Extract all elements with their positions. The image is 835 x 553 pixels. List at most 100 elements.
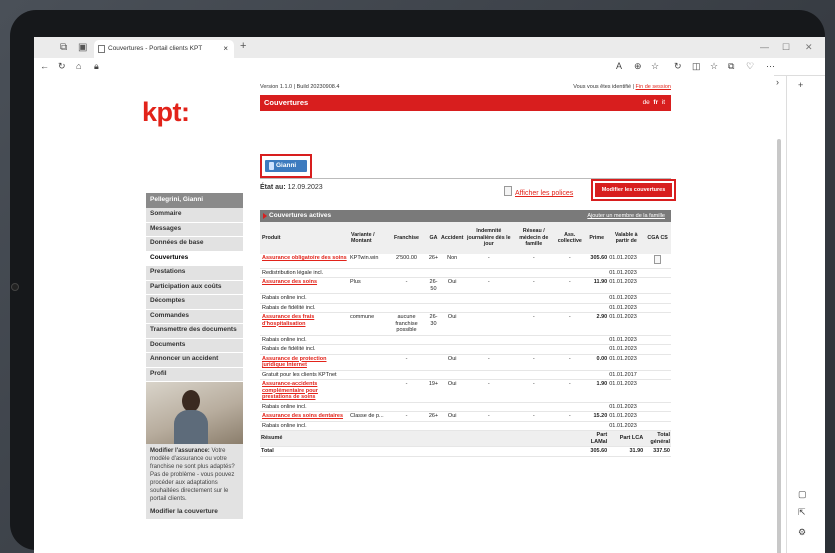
tab-close-icon[interactable]: × xyxy=(223,40,228,58)
product-link[interactable]: Assurance des frais d'hospitalisation xyxy=(262,314,314,327)
cell-ass-collective xyxy=(554,370,586,380)
lang-fr[interactable]: fr xyxy=(653,99,658,106)
lock-icon[interactable]: 🔒︎ xyxy=(94,61,99,72)
nav-item-commandes[interactable]: Commandes xyxy=(146,309,243,324)
cell-variant xyxy=(349,268,386,278)
coverages-table-body: Assurance obligatoire des soins KPTwin.wi… xyxy=(260,254,671,457)
minimize-button[interactable]: — xyxy=(760,42,769,52)
page-scrollbar[interactable] xyxy=(777,139,781,553)
nav-item-messages[interactable]: Messages xyxy=(146,222,243,237)
cell-indemnite xyxy=(464,303,514,313)
language-switcher: de fr it xyxy=(643,99,665,106)
cell-ass-collective xyxy=(554,268,586,278)
nav-item-transmettre-documents[interactable]: Transmettre des documents xyxy=(146,324,243,339)
nav-item-decomptes[interactable]: Décomptes xyxy=(146,295,243,310)
total-row: Total 305.60 31.90 337.50 xyxy=(260,446,671,457)
cell-cga xyxy=(644,277,671,294)
cell-reseau xyxy=(513,370,555,380)
zoom-icon[interactable]: ⊕ xyxy=(634,61,642,72)
favorite-star-icon[interactable]: ☆ xyxy=(651,61,659,72)
cell-reseau: - xyxy=(513,312,555,336)
col-accident: Accident xyxy=(440,222,465,254)
maximize-button[interactable]: ☐ xyxy=(782,42,790,53)
web-page: kpt: Version 1.1.0 | Build 20230908.4 Vo… xyxy=(34,75,781,553)
back-icon[interactable]: ← xyxy=(40,61,49,71)
nav-item-documents[interactable]: Documents xyxy=(146,338,243,353)
refresh-icon[interactable]: ↻ xyxy=(58,61,66,72)
cell-franchise xyxy=(386,335,427,345)
cell-franchise xyxy=(386,293,427,304)
cell-ga xyxy=(426,370,441,380)
browser-tab[interactable]: Couvertures - Portail clients KPT × xyxy=(94,40,234,58)
nav-item-participation[interactable]: Participation aux coûts xyxy=(146,280,243,295)
cell-accident xyxy=(440,370,465,380)
product-link[interactable]: Assurance obligatoire des soins xyxy=(262,255,347,261)
more-icon[interactable]: ⋯ xyxy=(766,61,775,72)
cell-franchise: - xyxy=(386,379,427,403)
profile-icon[interactable]: ♡ xyxy=(746,61,754,72)
logout-link[interactable]: Fin de session xyxy=(636,84,671,90)
person-tab-gianni[interactable]: Gianni xyxy=(265,160,307,172)
nav-item-annoncer-accident[interactable]: Annoncer un accident xyxy=(146,353,243,368)
product-link[interactable]: Assurance des soins dentaires xyxy=(262,413,343,419)
photo-person-head xyxy=(182,390,200,412)
cell-ga: 26-30 xyxy=(426,312,441,336)
lang-de[interactable]: de xyxy=(643,99,650,106)
cell-valable: 01.01.2023 xyxy=(608,411,645,422)
cell-prime: 2.90 xyxy=(585,312,609,336)
modify-coverage-link[interactable]: Modifier la couverture xyxy=(146,506,243,519)
nav-item-couvertures[interactable]: Couvertures xyxy=(146,251,243,266)
col-prime: Prime xyxy=(585,222,609,254)
split-screen-icon[interactable]: ◫ xyxy=(692,61,701,72)
col-ga: GA xyxy=(426,222,441,254)
show-policies-link[interactable]: Afficher les polices xyxy=(504,186,573,197)
identified-label: Vous vous êtes identifié | xyxy=(573,84,634,90)
cell-cga xyxy=(644,344,671,355)
product-link[interactable]: Assurance des soins xyxy=(262,279,317,285)
table-row: Assurance de protection juridique Intern… xyxy=(260,354,671,371)
close-window-button[interactable]: ✕ xyxy=(805,42,813,53)
workspaces-icon[interactable]: ⧉ xyxy=(60,42,67,53)
cell-reseau xyxy=(513,344,555,355)
active-coverages-title: Couvertures actives xyxy=(269,212,332,219)
cell-cga xyxy=(644,312,671,336)
summary-col-total: Total général xyxy=(644,430,671,447)
home-icon[interactable]: ⌂ xyxy=(76,61,81,71)
document-icon[interactable] xyxy=(654,255,662,264)
cell-prime xyxy=(585,293,609,304)
sidebar-add-icon[interactable]: + xyxy=(798,80,803,90)
page-header-bar: Couvertures de fr it xyxy=(260,95,671,111)
cell-ass-collective: - xyxy=(554,379,586,403)
cell-variant xyxy=(349,335,386,345)
add-family-member-link[interactable]: Ajouter un membre de la famille xyxy=(587,213,665,219)
cell-franchise xyxy=(386,402,427,412)
external-link-icon[interactable]: ⇱ xyxy=(798,507,806,518)
cell-prime: 305.60 xyxy=(585,254,609,269)
cell-accident: Oui xyxy=(440,379,465,403)
cell-variant: Plus xyxy=(349,277,386,294)
settings-gear-icon[interactable]: ⚙ xyxy=(798,527,806,538)
nav-item-prestations[interactable]: Prestations xyxy=(146,266,243,281)
product-link[interactable]: Assurance-accidents complémentaire pour … xyxy=(262,381,318,400)
product-link[interactable]: Assurance de protection juridique Intern… xyxy=(262,356,327,369)
lang-it[interactable]: it xyxy=(662,99,665,106)
extensions-icon[interactable]: ↻ xyxy=(674,61,682,72)
kpt-logo[interactable]: kpt: xyxy=(142,97,190,128)
chevron-right-icon[interactable]: › xyxy=(776,77,779,87)
cell-franchise xyxy=(386,344,427,355)
nav-item-profil[interactable]: Profil xyxy=(146,367,243,382)
nav-item-sommaire[interactable]: Sommaire xyxy=(146,208,243,223)
modify-coverages-button[interactable]: Modifier les couvertures xyxy=(595,183,672,197)
tab-actions-icon[interactable]: ▣ xyxy=(78,42,87,53)
active-coverages-header: Couvertures actives Ajouter un membre de… xyxy=(260,210,671,222)
cell-indemnite xyxy=(464,335,514,345)
cell-cga xyxy=(644,293,671,304)
collections-icon[interactable]: ⧉ xyxy=(728,61,734,72)
sidebar-panel-icon[interactable]: ▢ xyxy=(798,489,807,500)
favorites-icon[interactable]: ☆ xyxy=(710,61,718,72)
cell-reseau: - xyxy=(513,411,555,422)
nav-item-donnees-de-base[interactable]: Données de base xyxy=(146,237,243,252)
read-aloud-icon[interactable]: A xyxy=(616,61,622,71)
new-tab-button[interactable]: + xyxy=(240,40,246,52)
cell-ga xyxy=(426,303,441,313)
